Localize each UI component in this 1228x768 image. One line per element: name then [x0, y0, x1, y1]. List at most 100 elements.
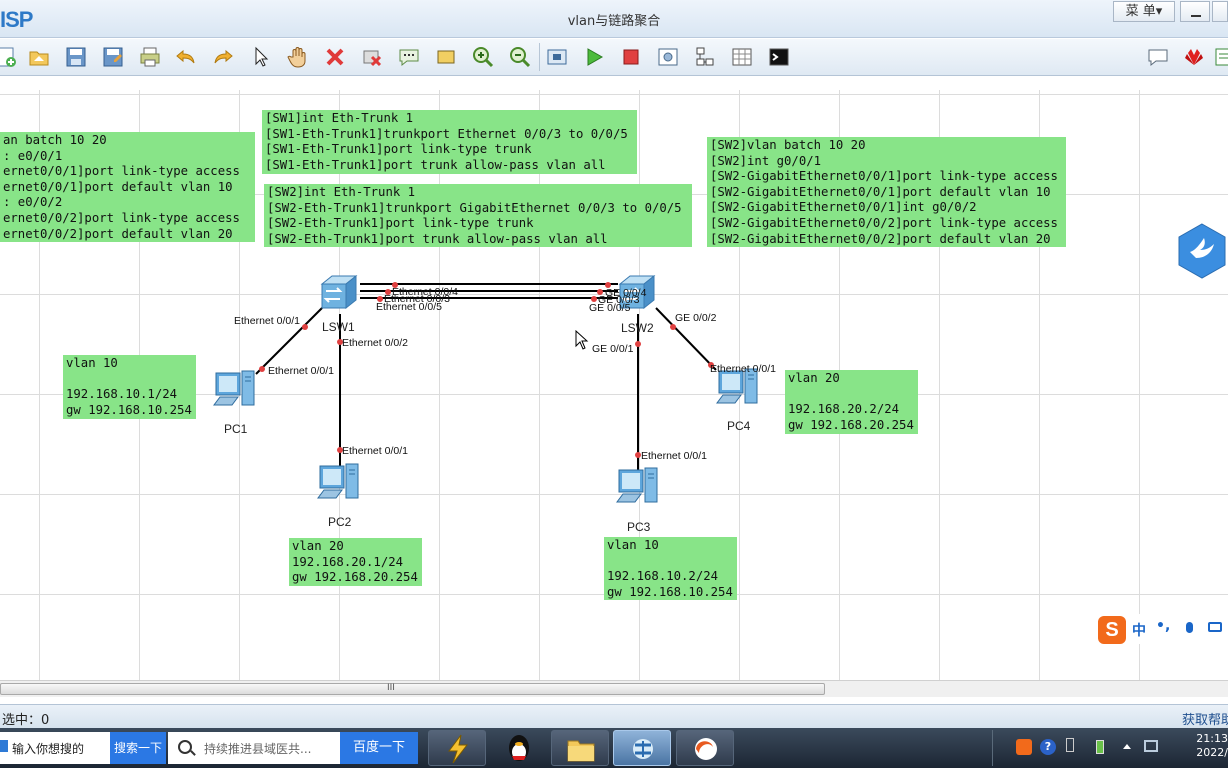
save-as-icon[interactable] — [101, 45, 125, 69]
port-label-pc4-e001: Ethernet 0/0/1 — [710, 363, 776, 375]
text-note-icon[interactable] — [397, 45, 421, 69]
ensp-icon — [633, 739, 653, 759]
port-label-pc1-e001: Ethernet 0/0/1 — [268, 365, 334, 377]
pc2-device[interactable] — [312, 460, 368, 514]
ie-icon — [0, 740, 8, 752]
menu-button[interactable]: 菜 单▾ — [1113, 1, 1175, 22]
note-pc1-config[interactable]: vlan 10 192.168.10.1/24 gw 192.168.10.25… — [63, 355, 196, 419]
pc3-label: PC3 — [627, 520, 651, 534]
topology-canvas[interactable]: an batch 10 20 : e0/0/1 ernet0/0/1]port … — [0, 90, 1228, 680]
taskbar-app-ensp[interactable] — [613, 730, 671, 766]
switch-lsw1[interactable] — [316, 272, 362, 318]
huawei-icon[interactable] — [1182, 45, 1206, 69]
new-topology-icon[interactable] — [0, 45, 18, 69]
port-dot — [302, 324, 308, 330]
redo-icon[interactable] — [211, 45, 235, 69]
microphone-icon[interactable] — [1186, 622, 1193, 633]
mouse-cursor-icon — [575, 330, 589, 350]
topology-icon[interactable] — [693, 45, 717, 69]
maximize-button[interactable] — [1212, 1, 1228, 22]
port-label-lsw1-e005: Ethernet 0/0/5 — [376, 301, 442, 313]
settings-icon[interactable] — [1214, 45, 1228, 69]
pc4-label: PC4 — [727, 419, 751, 433]
search-button-left[interactable]: 搜索一下 — [110, 732, 166, 764]
print-icon[interactable] — [138, 45, 162, 69]
network-icon[interactable] — [1144, 740, 1158, 752]
qq-penguin-icon — [509, 735, 529, 761]
taskbar-app-explorer[interactable] — [551, 730, 609, 766]
ime-punct[interactable]: •, — [1156, 618, 1170, 634]
port-label-lsw1-e002: Ethernet 0/0/2 — [342, 337, 408, 349]
baidu-search-input[interactable]: 持续推进县域医共... — [168, 732, 340, 764]
pan-hand-icon[interactable] — [286, 45, 310, 69]
lightning-icon — [448, 734, 469, 764]
float-bird-icon[interactable] — [1176, 222, 1228, 280]
open-icon[interactable] — [27, 45, 51, 69]
ime-lang[interactable]: 中 — [1132, 620, 1146, 640]
help-link[interactable]: 获取帮助 — [1182, 709, 1228, 728]
note-sw1-trunk-config[interactable]: [SW1]int Eth-Trunk 1 [SW1-Eth-Trunk1]tru… — [262, 110, 637, 174]
horizontal-scrollbar[interactable]: III — [0, 680, 1228, 697]
cli-icon[interactable] — [767, 45, 791, 69]
port-dot — [670, 324, 676, 330]
tray-help-icon[interactable]: ? — [1040, 739, 1056, 755]
battery-icon[interactable] — [1096, 740, 1104, 754]
keyboard-icon[interactable] — [1208, 622, 1222, 632]
zoom-out-icon[interactable] — [508, 45, 532, 69]
note-sw2-trunk-config[interactable]: [SW2]int Eth-Trunk 1 [SW2-Eth-Trunk1]tru… — [264, 184, 692, 247]
pc3-device[interactable] — [611, 464, 667, 518]
folder-icon — [567, 740, 595, 762]
search-input-left[interactable]: 输入你想搜的 — [0, 732, 110, 764]
stop-device-icon[interactable] — [619, 45, 643, 69]
port-label-lsw1-e001: Ethernet 0/0/1 — [234, 315, 300, 327]
ime-toolbar[interactable]: S 中 •, — [1098, 614, 1228, 644]
save-icon[interactable] — [64, 45, 88, 69]
clock-time: 21:13 — [1196, 732, 1228, 745]
taskbar-app-firefox[interactable] — [676, 730, 734, 766]
tray-sogou-icon[interactable] — [1016, 739, 1032, 755]
chat-icon[interactable] — [1146, 45, 1170, 69]
canvas-header — [0, 76, 1228, 90]
minimize-button[interactable] — [1180, 1, 1210, 22]
tray-settings-icon[interactable] — [1066, 738, 1074, 752]
clock-date: 2022/ — [1196, 746, 1228, 759]
pc-icon — [616, 467, 658, 503]
search-icon — [178, 740, 192, 754]
note-sw2-vlan-config[interactable]: [SW2]vlan batch 10 20 [SW2]int g0/0/1 [S… — [707, 137, 1066, 247]
baidu-search-button[interactable]: 百度一下 — [340, 732, 418, 764]
toolbar — [0, 39, 1228, 76]
delete-link-icon[interactable] — [360, 45, 384, 69]
rectangle-icon[interactable] — [434, 45, 458, 69]
window-title: vlan与链路聚合 — [567, 14, 661, 29]
start-device-icon[interactable] — [582, 45, 606, 69]
ensp-window: ISP vlan与链路聚合 菜 单▾ an batch 10 20: e0/0… — [0, 0, 1228, 768]
taskbar-app-winamp[interactable] — [428, 730, 486, 766]
sogou-icon[interactable]: S — [1098, 616, 1126, 644]
lsw1-label: LSW1 — [322, 320, 355, 334]
tray-expand-icon[interactable] — [1123, 744, 1131, 749]
note-pc2-config[interactable]: vlan 20 192.168.20.1/24 gw 192.168.20.25… — [289, 538, 422, 586]
browser-icon — [695, 738, 717, 760]
fit-window-icon[interactable] — [545, 45, 569, 69]
port-label-pc2-e001: Ethernet 0/0/1 — [342, 445, 408, 457]
scrollbar-thumb[interactable]: III — [0, 683, 825, 695]
pc1-label: PC1 — [224, 422, 248, 436]
clock[interactable]: 21:13 2022/ — [1186, 732, 1228, 760]
select-pointer-icon[interactable] — [249, 45, 273, 69]
status-bar: 选中：0 获取帮助 — [0, 704, 1228, 728]
tray-scroll[interactable] — [992, 730, 1006, 766]
capture-icon[interactable] — [656, 45, 680, 69]
taskbar-app-qq[interactable] — [490, 730, 548, 766]
port-label-pc3-e001: Ethernet 0/0/1 — [641, 450, 707, 462]
note-sw1-vlan-config[interactable]: an batch 10 20 : e0/0/1 ernet0/0/1]port … — [0, 132, 255, 242]
undo-icon[interactable] — [174, 45, 198, 69]
lsw2-label: LSW2 — [621, 321, 654, 335]
note-pc3-config[interactable]: vlan 10 192.168.10.2/24 gw 192.168.10.25… — [604, 537, 737, 600]
delete-icon[interactable] — [323, 45, 347, 69]
zoom-in-icon[interactable] — [471, 45, 495, 69]
note-pc4-config[interactable]: vlan 20 192.168.20.2/24 gw 192.168.20.25… — [785, 370, 918, 434]
pc1-device[interactable] — [208, 367, 264, 421]
title-bar: ISP vlan与链路聚合 菜 单▾ — [0, 0, 1228, 38]
pc-icon — [213, 370, 255, 406]
grid-icon[interactable] — [730, 45, 754, 69]
